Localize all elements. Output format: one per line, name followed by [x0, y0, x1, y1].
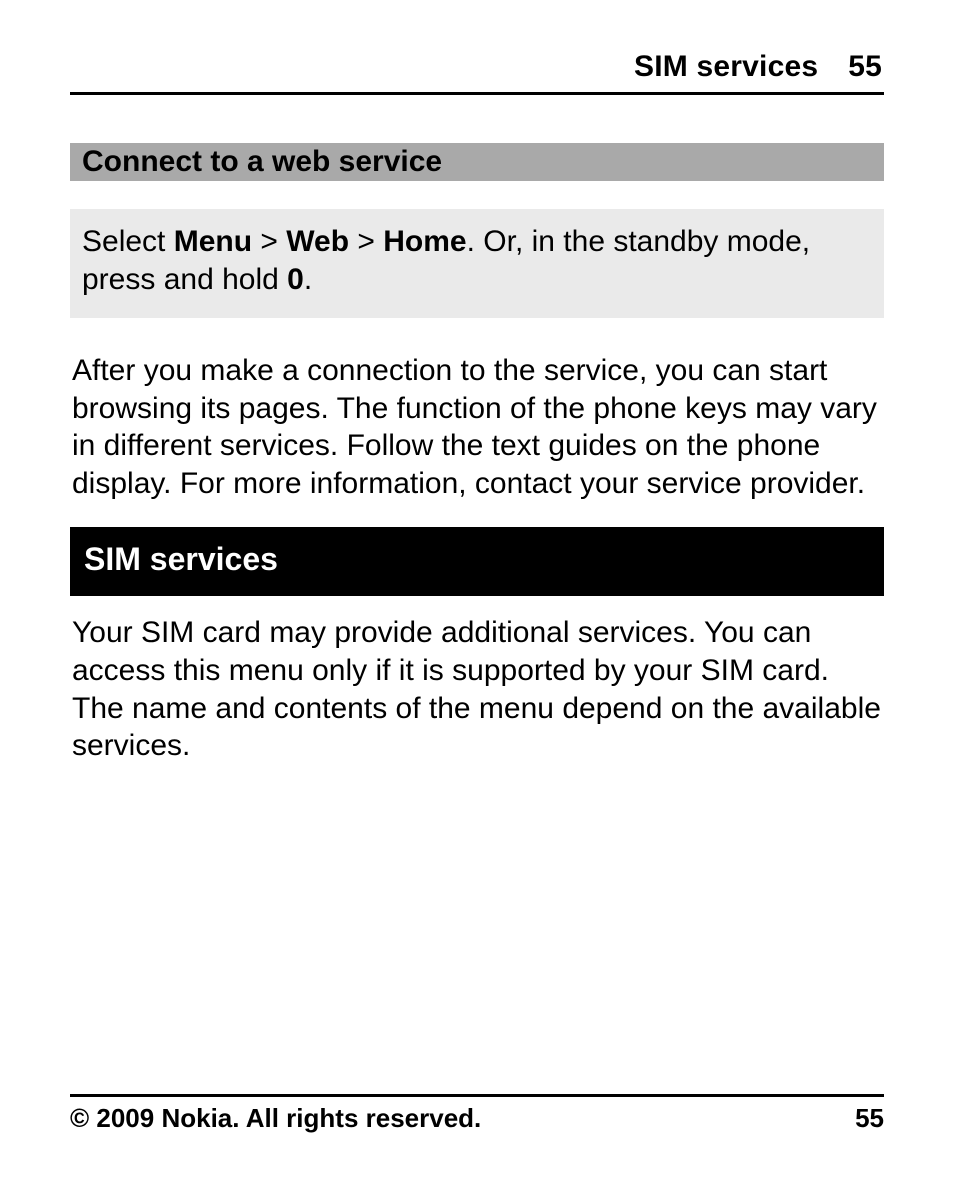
manual-page: SIM services 55 Connect to a web service… [0, 0, 954, 1180]
footer-rule [70, 1094, 884, 1097]
instruction-web: Web [286, 225, 349, 258]
instruction-gt1: > [252, 225, 286, 258]
footer-page-number: 55 [855, 1103, 884, 1134]
section-heading-sim-services: SIM services [70, 527, 884, 596]
running-header-section: SIM services [634, 50, 818, 84]
running-header-page: 55 [848, 50, 882, 84]
footer-copyright: © 2009 Nokia. All rights reserved. [70, 1103, 481, 1134]
instruction-zero: 0 [287, 263, 304, 296]
subheading-connect: Connect to a web service [70, 143, 884, 181]
instruction-tail2: . [304, 263, 312, 296]
instruction-home: Home [383, 225, 466, 258]
instruction-lead: Select [82, 225, 174, 258]
paragraph-sim-services: Your SIM card may provide additional ser… [70, 614, 884, 765]
instruction-gt2: > [349, 225, 383, 258]
instruction-menu: Menu [174, 225, 252, 258]
paragraph-after-connection: After you make a connection to the servi… [70, 352, 884, 503]
page-footer: © 2009 Nokia. All rights reserved. 55 [70, 1094, 884, 1134]
footer-line: © 2009 Nokia. All rights reserved. 55 [70, 1103, 884, 1134]
instruction-box: Select Menu > Web > Home. Or, in the sta… [70, 209, 884, 318]
running-header: SIM services 55 [70, 50, 884, 95]
